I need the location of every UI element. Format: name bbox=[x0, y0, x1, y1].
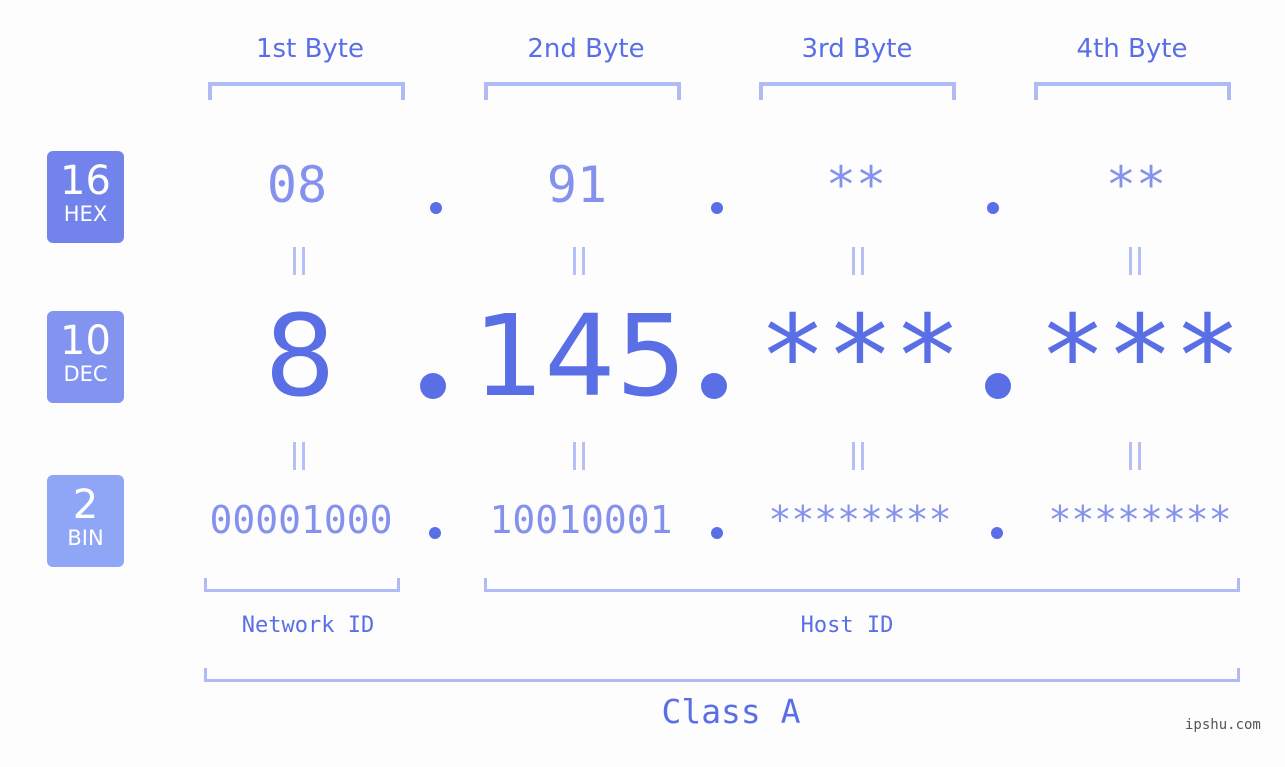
hex-byte-1: 08 bbox=[266, 156, 328, 214]
badge-hex: 16 HEX bbox=[47, 151, 124, 243]
bracket-class bbox=[204, 668, 1240, 682]
equals-icon bbox=[850, 442, 866, 470]
header-byte-1: 1st Byte bbox=[256, 34, 364, 64]
equals-icon bbox=[571, 442, 587, 470]
hex-dot-1 bbox=[430, 202, 442, 214]
badge-hex-label: HEX bbox=[63, 202, 108, 226]
badge-dec-base: 10 bbox=[60, 318, 111, 364]
dec-byte-4: *** bbox=[1038, 292, 1242, 422]
header-byte-4: 4th Byte bbox=[1076, 34, 1188, 64]
badge-bin: 2 BIN bbox=[47, 475, 124, 567]
badge-hex-base: 16 bbox=[60, 158, 111, 204]
bracket-byte-2 bbox=[484, 82, 681, 100]
hex-byte-4: ** bbox=[1105, 156, 1167, 214]
equals-icon bbox=[291, 247, 307, 275]
bin-dot-1 bbox=[429, 527, 441, 539]
bin-byte-1: 00001000 bbox=[209, 498, 393, 542]
equals-icon bbox=[1127, 247, 1143, 275]
bin-byte-2: 10010001 bbox=[489, 498, 673, 542]
host-id-label: Host ID bbox=[800, 613, 894, 638]
bracket-host-id bbox=[484, 578, 1240, 592]
bracket-byte-4 bbox=[1034, 82, 1231, 100]
hex-byte-3: ** bbox=[825, 156, 887, 214]
header-byte-2: 2nd Byte bbox=[527, 34, 645, 64]
header-byte-3: 3rd Byte bbox=[801, 34, 913, 64]
badge-bin-base: 2 bbox=[72, 482, 99, 528]
dec-byte-1: 8 bbox=[264, 292, 336, 422]
equals-icon bbox=[291, 442, 307, 470]
bin-byte-4: ******** bbox=[1048, 498, 1232, 542]
equals-icon bbox=[1127, 442, 1143, 470]
equals-icon bbox=[571, 247, 587, 275]
class-label: Class A bbox=[661, 692, 801, 731]
dec-byte-3: *** bbox=[758, 292, 962, 422]
equals-icon bbox=[850, 247, 866, 275]
badge-dec-label: DEC bbox=[63, 362, 108, 386]
hex-dot-2 bbox=[711, 202, 723, 214]
watermark: ipshu.com bbox=[1185, 717, 1261, 733]
bracket-network-id bbox=[204, 578, 400, 592]
bracket-byte-1 bbox=[208, 82, 405, 100]
bin-dot-2 bbox=[711, 527, 723, 539]
hex-byte-2: 91 bbox=[546, 156, 608, 214]
dec-dot-3 bbox=[985, 373, 1011, 399]
bin-dot-3 bbox=[991, 527, 1003, 539]
dec-dot-2 bbox=[701, 373, 727, 399]
dec-byte-2: 145 bbox=[473, 292, 687, 422]
bin-byte-3: ******** bbox=[768, 498, 952, 542]
network-id-label: Network ID bbox=[241, 613, 375, 638]
dec-dot-1 bbox=[420, 373, 446, 399]
badge-bin-label: BIN bbox=[67, 526, 104, 550]
bracket-byte-3 bbox=[759, 82, 956, 100]
badge-dec: 10 DEC bbox=[47, 311, 124, 403]
hex-dot-3 bbox=[987, 202, 999, 214]
